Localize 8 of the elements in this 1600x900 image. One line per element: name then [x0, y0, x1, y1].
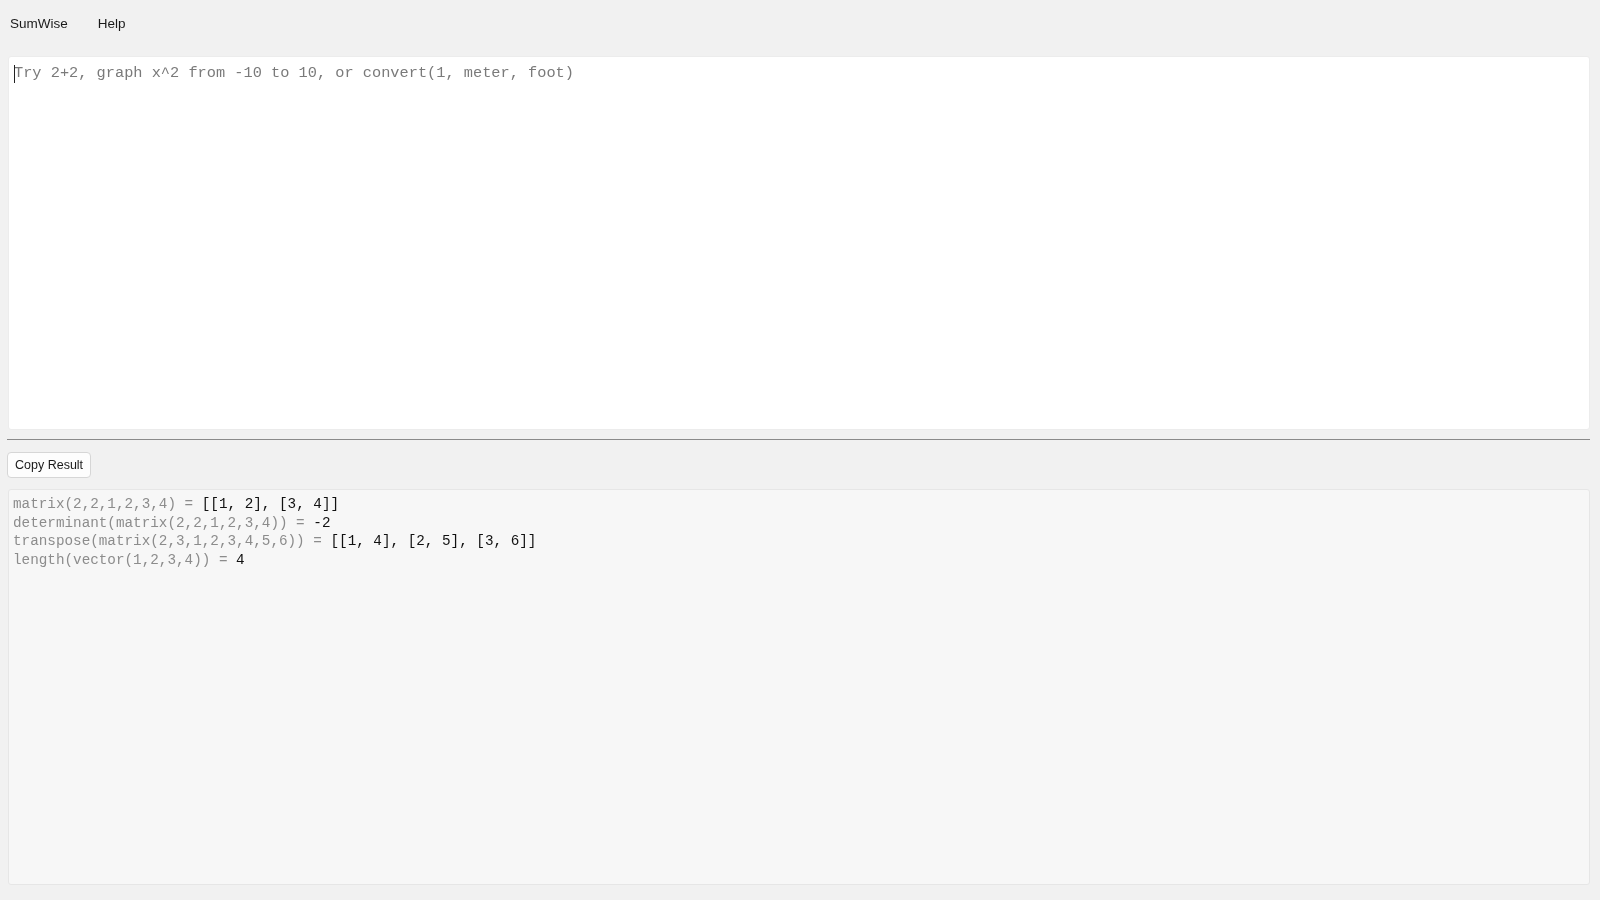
result-line: determinant(matrix(2,2,1,2,3,4)) = -2 — [13, 513, 331, 533]
result-line: length(vector(1,2,3,4)) = 4 — [13, 551, 245, 570]
expression-input[interactable]: Try 2+2, graph x^2 from -10 to 10, or convert(1, meter, foot) — [8, 56, 1590, 430]
menu-item[interactable]: Help — [97, 13, 126, 33]
menu-item[interactable]: SumWise — [10, 13, 68, 33]
result-line: transpose(matrix(2,3,1,2,3,4,5,6)) = [[1, 4], [2, 5], [3, 6]] — [13, 532, 537, 552]
copy-result-button[interactable]: Copy Result — [7, 452, 92, 478]
result-line: matrix(2,2,1,2,3,4) = [[1, 2], [3, 4]] — [13, 495, 340, 514]
